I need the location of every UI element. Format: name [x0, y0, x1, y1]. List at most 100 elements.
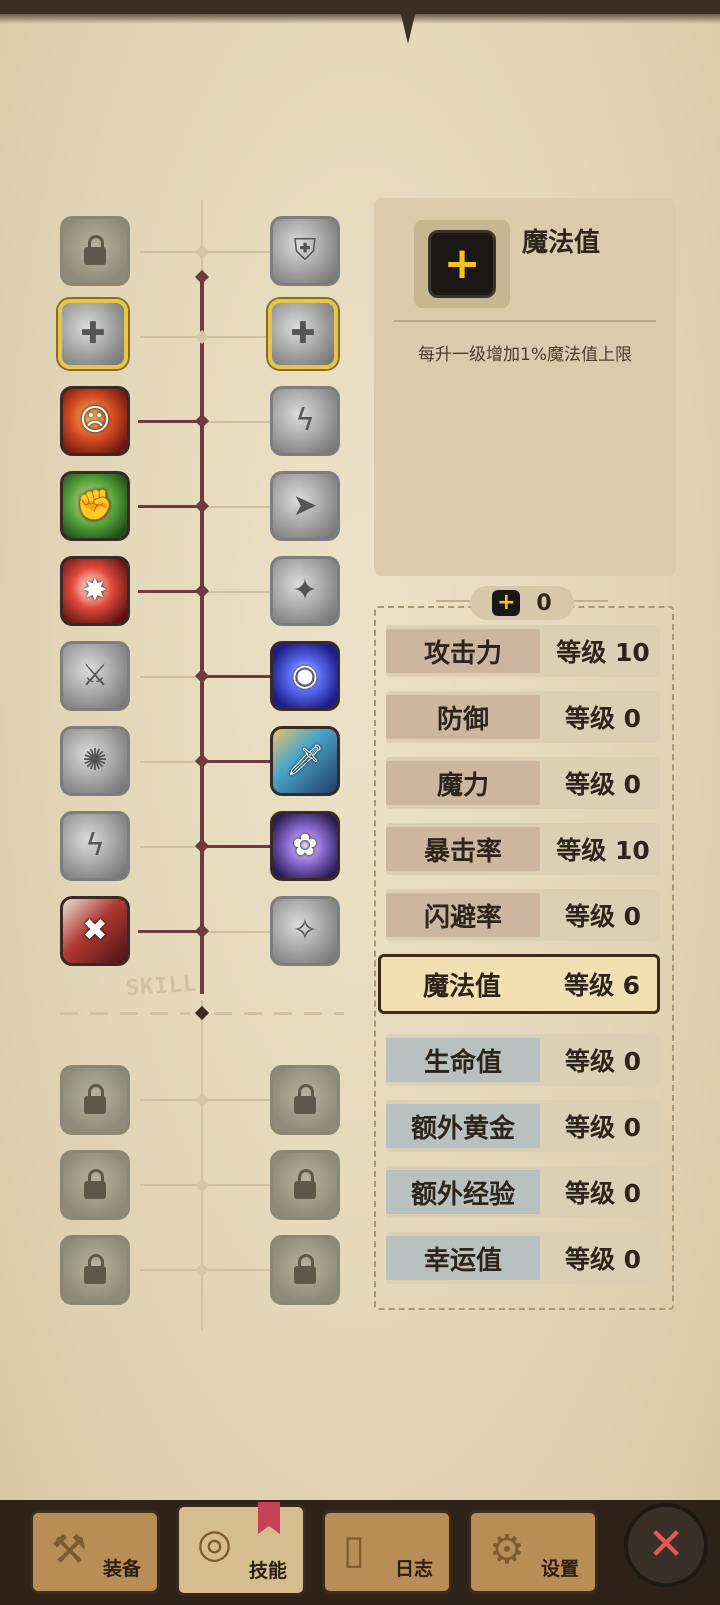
stat-row-magic-power[interactable]: 魔力 等级 0	[386, 757, 660, 809]
stat-name: 魔力	[386, 761, 540, 805]
close-button[interactable]: ✕	[624, 1503, 708, 1587]
stat-level: 等级 10	[556, 638, 650, 667]
plus-glyph: +	[443, 238, 481, 289]
tree-connector	[140, 846, 200, 848]
plus-icon: ✚	[80, 316, 106, 351]
tree-node	[194, 583, 210, 599]
tree-divider	[60, 1012, 190, 1015]
lock-icon	[294, 1254, 316, 1284]
points-deco-left	[436, 600, 470, 602]
stat-name: 魔法值	[422, 971, 501, 1002]
skill-slot-locked[interactable]	[60, 1065, 130, 1135]
stat-row-dodge-rate[interactable]: 闪避率 等级 0	[386, 889, 660, 941]
detail-title: 魔法值	[522, 228, 601, 258]
tab-log[interactable]: ▯ 日志	[322, 1510, 452, 1594]
detail-divider	[394, 320, 656, 322]
axe-icon: ⚒	[51, 1527, 87, 1573]
gear-icon: ⚙	[489, 1527, 525, 1573]
tree-node	[194, 269, 210, 285]
tree-connector-active	[138, 420, 202, 423]
skill-tree: SKILL ✚ ☹ ✊ ✸ ⚔ ✺ ϟ ✖ ⛨ ✚ ϟ ➤ ✦ ◉ 🗡 ✿ ✧	[0, 200, 360, 1330]
tree-node	[194, 329, 210, 345]
skill-sword-inactive[interactable]: ⚔	[60, 641, 130, 711]
tree-line-dim-bottom	[201, 1000, 203, 1330]
skill-eye[interactable]: ◉	[270, 641, 340, 711]
skill-rage[interactable]: ☹	[60, 386, 130, 456]
tree-divider	[214, 1012, 344, 1015]
stat-level: 等级 0	[564, 704, 642, 733]
tree-connector-active	[138, 590, 202, 593]
skill-dodge-inactive[interactable]: ✦	[270, 556, 340, 626]
stat-row-extra-gold[interactable]: 额外黄金 等级 0	[386, 1100, 660, 1152]
sparkle-icon: ✧	[292, 913, 318, 948]
stat-row-crit-rate[interactable]: 暴击率 等级 10	[386, 823, 660, 875]
stat-row-mana-selected[interactable]: 魔法值 等级 6	[378, 954, 660, 1014]
detail-description: 每升一级增加1%魔法值上限	[418, 345, 632, 365]
plus-glyph: +	[497, 590, 516, 615]
stat-name: 防御	[386, 695, 540, 739]
stat-level: 等级 0	[564, 1245, 642, 1274]
tree-connector-active	[202, 760, 270, 763]
skill-slot-locked[interactable]	[60, 1150, 130, 1220]
skill-blade[interactable]: ✖	[60, 896, 130, 966]
skill-slot-locked[interactable]	[270, 1235, 340, 1305]
stat-row-attack[interactable]: 攻击力 等级 10	[386, 625, 660, 677]
skill-dagger[interactable]: 🗡	[270, 726, 340, 796]
tree-connector	[204, 421, 270, 423]
skill-slot-plus[interactable]: ✚	[58, 299, 128, 369]
tab-skills[interactable]: ◎ 技能	[176, 1504, 306, 1596]
top-border	[0, 0, 720, 24]
skill-slot-plus[interactable]: ✚	[268, 299, 338, 369]
tree-connector-active	[138, 505, 202, 508]
tab-equipment[interactable]: ⚒ 装备	[30, 1510, 160, 1594]
skill-slash[interactable]: ✸	[60, 556, 130, 626]
lock-icon	[294, 1169, 316, 1199]
tree-node-end	[194, 1005, 210, 1021]
shield-icon: ⛨	[293, 233, 317, 268]
skill-lightning-inactive[interactable]: ϟ	[60, 811, 130, 881]
tree-node	[194, 668, 210, 684]
skill-strength[interactable]: ✊	[60, 471, 130, 541]
tree-connector-active	[202, 845, 270, 848]
tree-connector	[140, 761, 200, 763]
skill-shield-inactive[interactable]: ⛨	[270, 216, 340, 286]
skill-dash-inactive[interactable]: ➤	[270, 471, 340, 541]
stat-name: 幸运值	[386, 1236, 540, 1280]
spin-icon: ✺	[82, 743, 108, 778]
rage-face-icon: ☹	[79, 403, 111, 438]
vortex-icon: ✿	[292, 828, 318, 863]
tree-connector	[204, 506, 270, 508]
stat-row-extra-exp[interactable]: 额外经验 等级 0	[386, 1166, 660, 1218]
close-icon: ✕	[647, 1519, 685, 1570]
stat-detail-panel: + 魔法值 每升一级增加1%魔法值上限	[374, 198, 676, 576]
tree-node	[194, 413, 210, 429]
stat-level: 等级 0	[564, 902, 642, 931]
stat-row-luck[interactable]: 幸运值 等级 0	[386, 1232, 660, 1284]
skill-slot-locked[interactable]	[60, 1235, 130, 1305]
tree-line-active	[200, 277, 204, 994]
stat-row-hp[interactable]: 生命值 等级 0	[386, 1034, 660, 1086]
dagger-icon: 🗡	[285, 743, 325, 778]
skill-vortex[interactable]: ✿	[270, 811, 340, 881]
tab-label: 设置	[540, 1558, 579, 1580]
storm-icon: ϟ	[85, 828, 105, 863]
tree-line-dim-top	[201, 200, 203, 277]
skill-slot-locked[interactable]	[270, 1065, 340, 1135]
lock-icon	[294, 1084, 316, 1114]
points-value: 0	[536, 590, 552, 616]
stat-row-defense[interactable]: 防御 等级 0	[386, 691, 660, 743]
skill-slot-locked[interactable]	[270, 1150, 340, 1220]
tab-settings[interactable]: ⚙ 设置	[468, 1510, 598, 1594]
tree-node	[194, 1092, 210, 1108]
blade-icon: ✖	[82, 913, 108, 948]
stat-name: 生命值	[386, 1038, 540, 1082]
skill-spin-inactive[interactable]: ✺	[60, 726, 130, 796]
skill-slot-locked[interactable]	[60, 216, 130, 286]
tree-connector-active	[138, 930, 202, 933]
skill-sparkle-inactive[interactable]: ✧	[270, 896, 340, 966]
stat-name: 额外黄金	[386, 1104, 540, 1148]
stat-level: 等级 0	[564, 1047, 642, 1076]
top-border-spike	[400, 10, 416, 44]
stat-level: 等级 0	[564, 770, 642, 799]
skill-lightning-inactive[interactable]: ϟ	[270, 386, 340, 456]
